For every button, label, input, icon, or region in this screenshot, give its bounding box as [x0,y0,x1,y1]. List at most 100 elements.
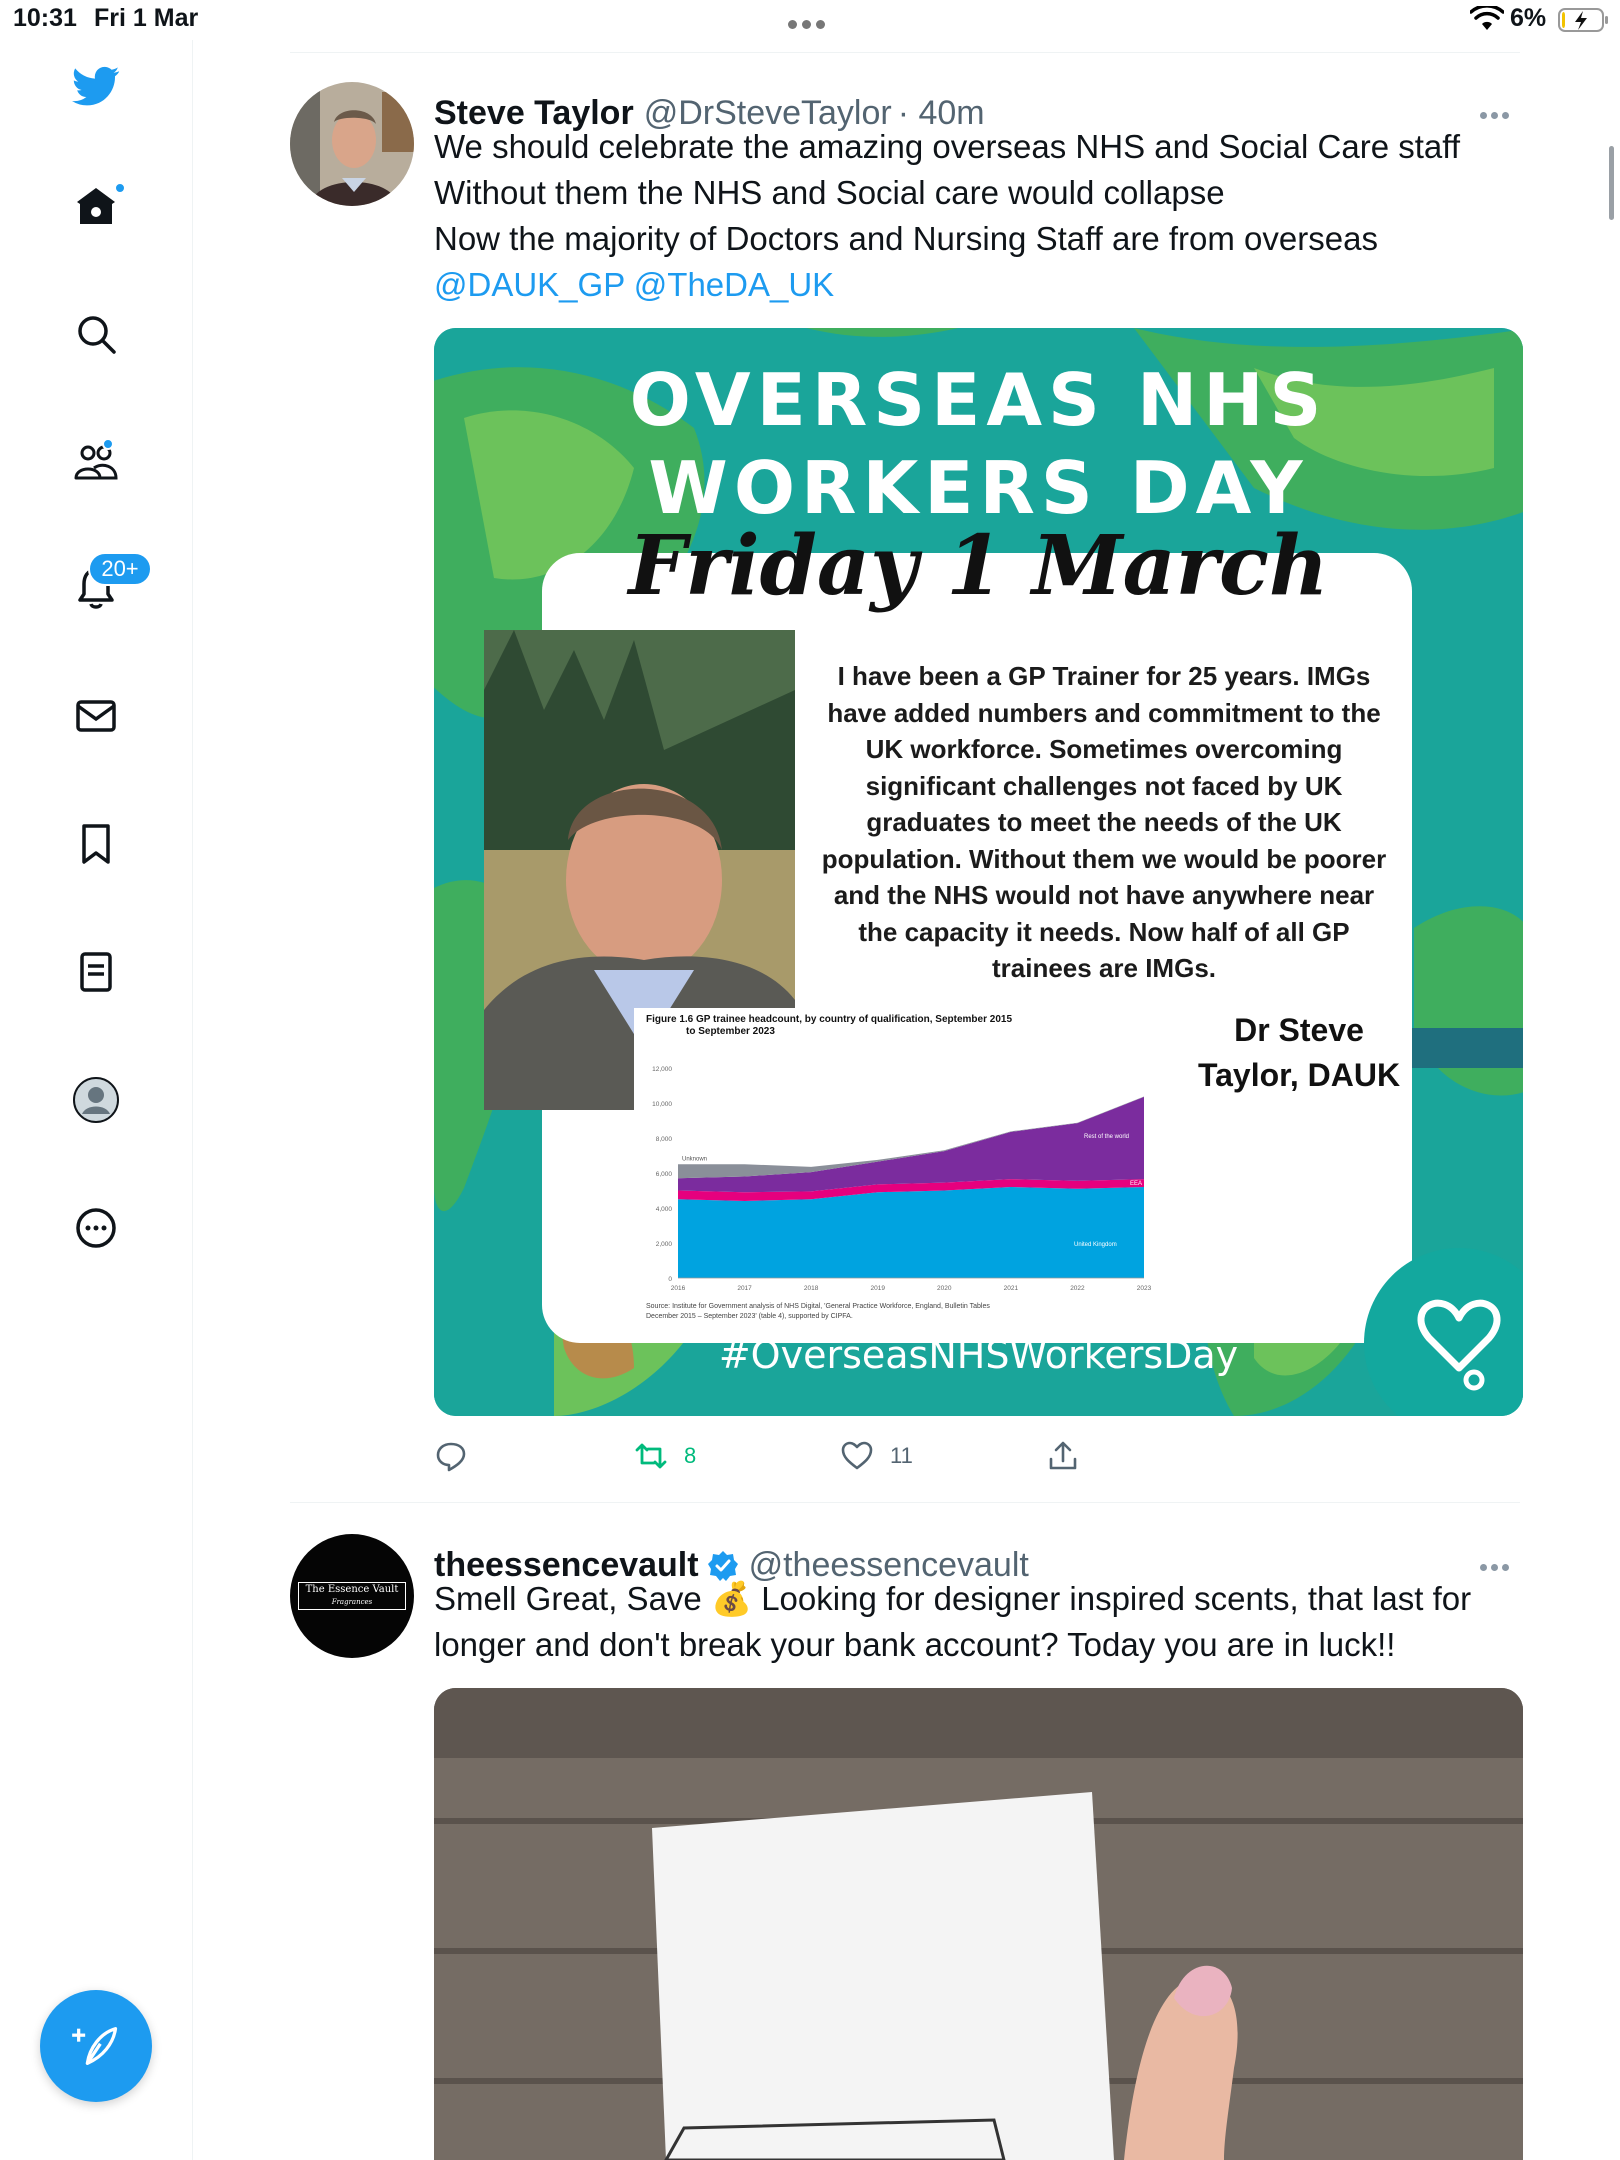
tweet-mentions: @DAUK_GP @TheDA_UK [434,262,834,308]
more-options-icon[interactable] [1480,1558,1520,1571]
nav-home[interactable] [60,170,132,242]
retweet-button[interactable]: 8 [634,1432,696,1480]
nav-communities[interactable] [60,426,132,498]
poster-title-line: OVERSEAS NHS [629,358,1328,442]
chart-title: Figure 1.6 GP trainee headcount, by coun… [646,1014,1012,1025]
tweet-text-line: Without them the NHS and Social care wou… [434,174,1225,211]
chart-title: to September 2023 [686,1026,775,1037]
compose-feather-icon [72,2027,118,2065]
chart-x-tick: 2022 [1070,1285,1085,1292]
sidebar: 20+ [0,40,193,2160]
video-frame [434,1688,1523,2160]
chart-series-area [678,1096,1144,1193]
chart-series-label: United Kingdom [1074,1242,1117,1248]
poster-quote: I have been a GP Trainer for 25 years. I… [821,661,1387,983]
reply-icon [436,1442,466,1472]
mention-link[interactable]: @TheDA_UK [634,266,834,303]
app-root: 10:31 Fri 1 Mar 6% 20+ Steve Taylor @DrS… [0,0,1620,2160]
chart-y-tick: 4,000 [656,1206,673,1213]
chart-x-tick: 2019 [870,1285,885,1292]
search-icon [78,316,116,354]
home-icon [77,188,115,224]
wifi-icon [1470,6,1504,30]
chart-series-label: Unknown [682,1156,707,1162]
chart-svg: Figure 1.6 GP trainee headcount, by coun… [646,1014,1152,1320]
poster-author-line: Taylor, DAUK [1197,1057,1401,1093]
multitasking-dots-icon[interactable] [788,16,834,29]
share-button[interactable] [1046,1432,1080,1480]
chart-series-label: EEA [1130,1181,1142,1187]
avatar-photo [290,82,414,206]
tweet-media-video[interactable] [434,1688,1523,2160]
nav-notifications[interactable]: 20+ [60,552,152,624]
poster-author: Dr Steve Taylor, DAUK [1179,1008,1419,1098]
tweet-actions: 8 11 [434,1432,1134,1480]
avatar[interactable] [290,82,414,206]
mention-link[interactable]: @DAUK_GP [434,266,625,303]
envelope-icon [76,700,116,732]
poster-author-line: Dr Steve [1234,1012,1364,1048]
chart-y-tick: 6,000 [656,1171,673,1178]
twitter-logo[interactable] [60,50,132,122]
nav-bookmarks[interactable] [60,808,132,880]
chart-source: Source: Institute for Government analysi… [646,1303,990,1310]
tweet-text-line: longer and don't break your bank account… [434,1626,1396,1663]
chart-x-tick: 2021 [1004,1285,1019,1292]
chart-y-tick: 2,000 [656,1241,673,1248]
poster-heart-logo [1364,1248,1523,1416]
tweet-divider [290,1502,1520,1503]
retweet-icon [635,1443,667,1469]
like-count: 11 [890,1443,913,1468]
chart-x-tick: 2016 [671,1285,686,1292]
scrollbar[interactable] [1609,146,1614,220]
battery-percent: 6% [1510,4,1547,32]
retweet-count: 8 [684,1443,697,1468]
profile-avatar-icon [73,1077,119,1123]
chart-x-tick: 2018 [804,1285,819,1292]
gp-trainee-chart: Figure 1.6 GP trainee headcount, by coun… [634,1008,1154,1338]
chart-y-tick: 8,000 [656,1136,673,1143]
nav-messages[interactable] [60,680,132,752]
status-time: 10:31 [13,4,77,32]
poster-date: Friday 1 March [628,518,1329,614]
twitter-bird-icon [72,66,120,106]
chart-y-tick: 12,000 [652,1066,672,1073]
feed-top-divider [290,52,1520,53]
tweet-text-line: Now the majority of Doctors and Nursing … [434,220,1378,257]
compose-tweet-button[interactable] [40,1990,152,2102]
tweet-media-image[interactable]: OVERSEAS NHS WORKERS DAY Friday 1 March … [434,328,1523,1416]
tweet-text-line: We should celebrate the amazing overseas… [434,128,1460,165]
tweet-text-line: Smell Great, Save 💰 Looking for designer… [434,1580,1472,1617]
heart-icon [841,1441,873,1470]
nav-explore[interactable] [60,298,132,370]
chart-y-tick: 10,000 [652,1101,672,1108]
chart-series-label: Rest of the world [1084,1134,1129,1140]
avatar-logo-subtext: Fragrances [331,1598,373,1606]
tweet[interactable]: The Essence Vault Fragrances theessencev… [290,1534,1523,2160]
reply-button[interactable] [434,1432,484,1480]
battery-charging-icon [1558,8,1608,32]
more-circle-icon [76,1208,116,1248]
chart-x-tick: 2020 [937,1285,952,1292]
chart-y-tick: 0 [668,1276,672,1283]
tweet[interactable]: Steve Taylor @DrSteveTaylor · 40m We sho… [290,82,1523,1502]
share-icon [1049,1441,1077,1470]
nav-lists[interactable] [60,936,132,1008]
notifications-badge: 20+ [88,552,152,586]
chart-x-tick: 2017 [737,1285,752,1292]
chart-source: December 2015 – September 2023' (table 4… [646,1313,853,1320]
poster-hashtag: #OverseasNHSWorkersDay [718,1333,1239,1377]
nav-more[interactable] [60,1192,132,1264]
chart-x-tick: 2023 [1137,1285,1152,1292]
avatar[interactable]: The Essence Vault Fragrances [290,1534,414,1658]
home-notification-dot [114,182,126,194]
nav-profile[interactable] [60,1064,132,1136]
bookmark-icon [82,824,110,864]
status-bar: 10:31 Fri 1 Mar 6% [0,0,1620,40]
like-button[interactable]: 11 [840,1432,913,1480]
avatar-logo: The Essence Vault Fragrances [298,1582,406,1610]
avatar-logo-text: The Essence Vault [305,1584,399,1595]
more-options-icon[interactable] [1480,106,1520,119]
status-date: Fri 1 Mar [94,4,199,32]
list-icon [80,952,112,992]
